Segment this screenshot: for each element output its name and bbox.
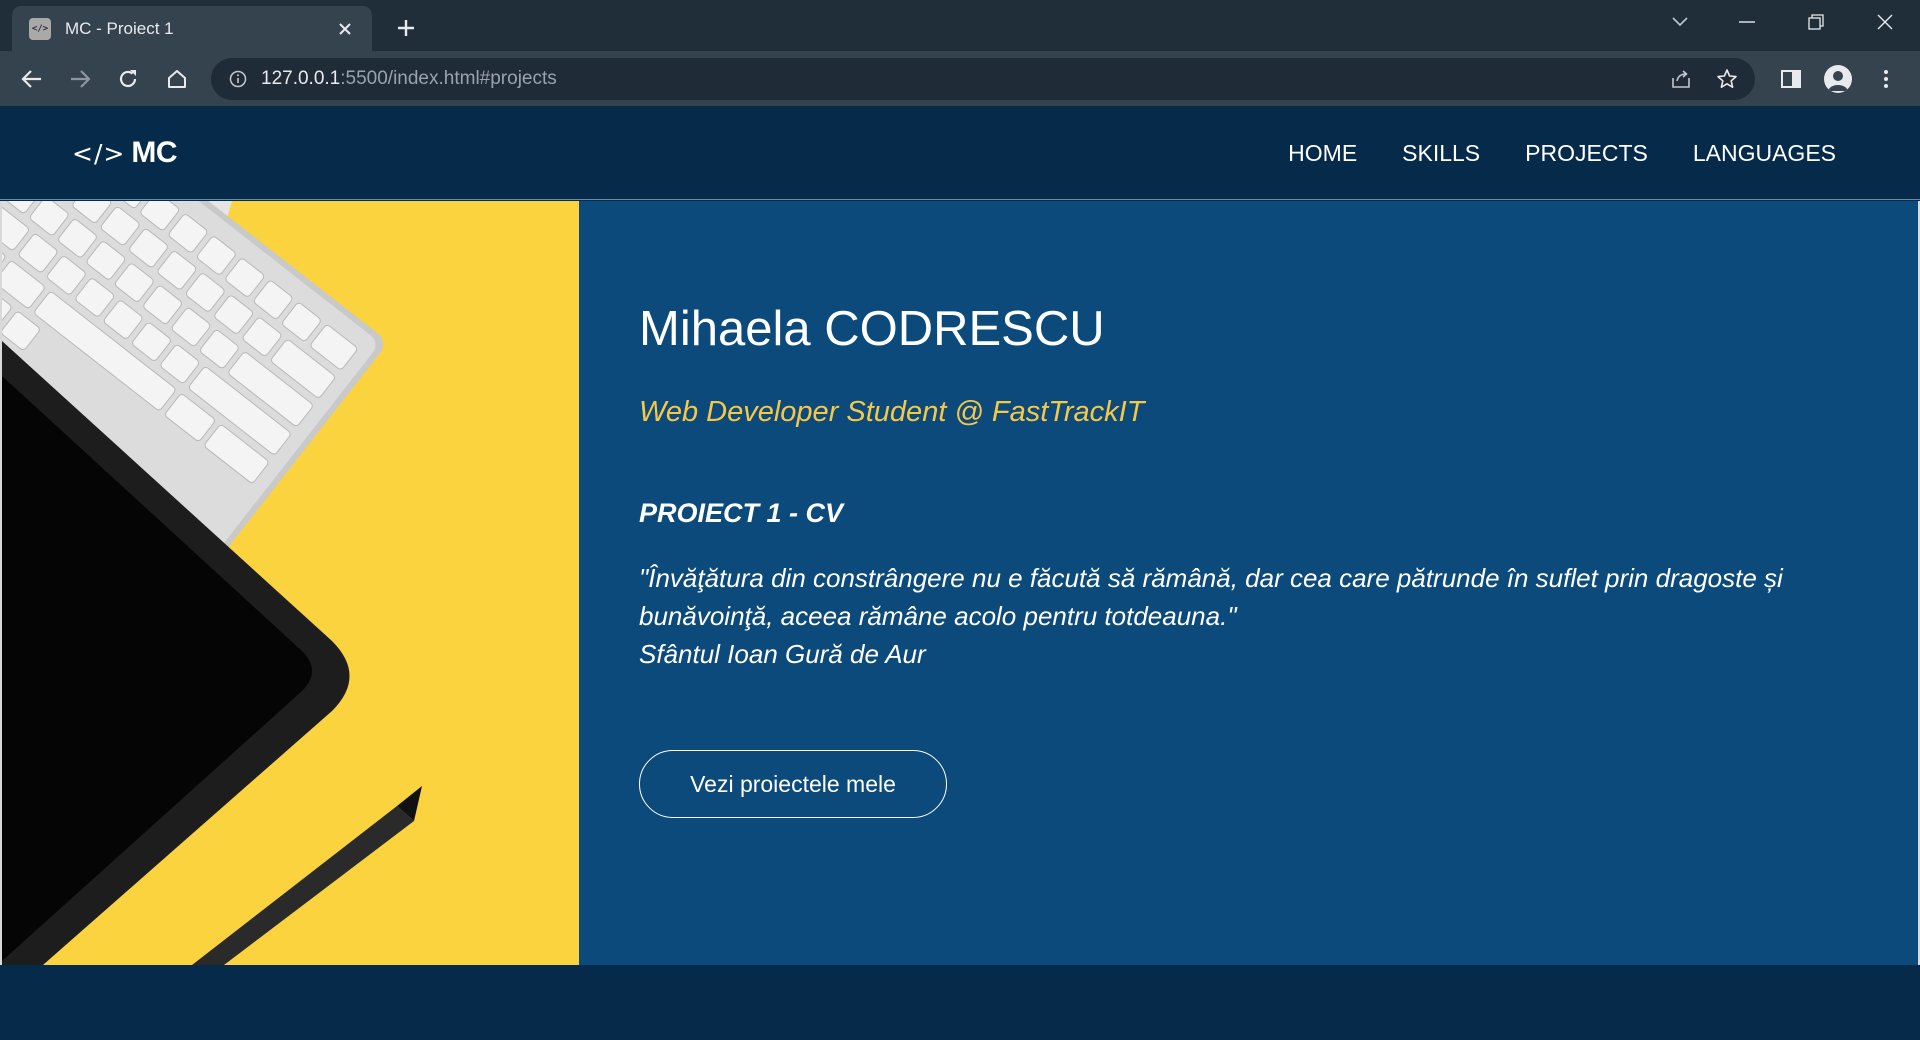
- share-icon[interactable]: [1666, 64, 1696, 94]
- info-icon[interactable]: [229, 70, 247, 88]
- job-role: Web Developer Student @ FastTrackIT: [639, 396, 1145, 428]
- site-header: </> MC HOME SKILLS PROJECTS LANGUAGES: [0, 106, 1920, 200]
- web-page: </> MC HOME SKILLS PROJECTS LANGUAGES Mi…: [0, 106, 1920, 1040]
- forward-arrow-icon[interactable]: [62, 61, 98, 97]
- nav-link-languages[interactable]: LANGUAGES: [1693, 140, 1836, 167]
- browser-toolbar: 127.0.0.1:5500/index.html#projects: [0, 51, 1920, 106]
- minimize-icon[interactable]: [1714, 0, 1780, 44]
- nav-link-projects[interactable]: PROJECTS: [1525, 140, 1648, 167]
- hero-content: Mihaela CODRESCU Web Developer Student @…: [639, 201, 1869, 965]
- site-logo[interactable]: </> MC: [72, 136, 177, 170]
- logo-code-icon: </>: [72, 138, 126, 168]
- restore-icon[interactable]: [1783, 0, 1849, 44]
- tab-search-chevron-icon[interactable]: [1647, 0, 1713, 44]
- new-tab-icon[interactable]: [390, 12, 422, 44]
- url-path: :5500/index.html#projects: [340, 68, 557, 89]
- nav-link-home[interactable]: HOME: [1288, 140, 1357, 167]
- close-window-icon[interactable]: [1852, 0, 1918, 44]
- hero-section: Mihaela CODRESCU Web Developer Student @…: [0, 201, 1920, 965]
- person-name: Mihaela CODRESCU: [639, 302, 1105, 356]
- menu-kebab-icon[interactable]: [1868, 61, 1904, 97]
- url-host: 127.0.0.1: [261, 68, 341, 89]
- project-title: PROIECT 1 - CV: [639, 498, 844, 528]
- quote-text: "Învăţătura din constrângere nu e făcută…: [639, 563, 1783, 631]
- view-projects-button[interactable]: Vezi proiectele mele: [639, 750, 947, 818]
- quote-author: Sfântul Ioan Gură de Aur: [639, 639, 926, 669]
- address-bar[interactable]: 127.0.0.1:5500/index.html#projects: [211, 58, 1755, 100]
- bookmark-star-icon[interactable]: [1712, 64, 1742, 94]
- hero-desk-image: [2, 201, 579, 965]
- browser-tab-active[interactable]: </> MC - Proiect 1: [12, 6, 372, 51]
- profile-avatar-icon[interactable]: [1820, 61, 1856, 97]
- home-icon[interactable]: [159, 61, 195, 97]
- quote-block: "Învăţătura din constrângere nu e făcută…: [639, 559, 1819, 673]
- close-tab-icon[interactable]: [332, 16, 358, 42]
- tab-title: MC - Proiect 1: [65, 18, 174, 38]
- code-favicon-icon: </>: [29, 17, 51, 40]
- main-nav: HOME SKILLS PROJECTS LANGUAGES: [1288, 106, 1836, 200]
- logo-text: MC: [131, 136, 177, 169]
- browser-tab-strip: </> MC - Proiect 1: [0, 0, 1920, 51]
- back-arrow-icon[interactable]: [14, 61, 50, 97]
- nav-link-skills[interactable]: SKILLS: [1402, 140, 1480, 167]
- url-text: 127.0.0.1:5500/index.html#projects: [261, 68, 557, 90]
- reload-icon[interactable]: [110, 61, 146, 97]
- page-bottom-band: [0, 965, 1920, 1040]
- side-panel-icon[interactable]: [1773, 61, 1809, 97]
